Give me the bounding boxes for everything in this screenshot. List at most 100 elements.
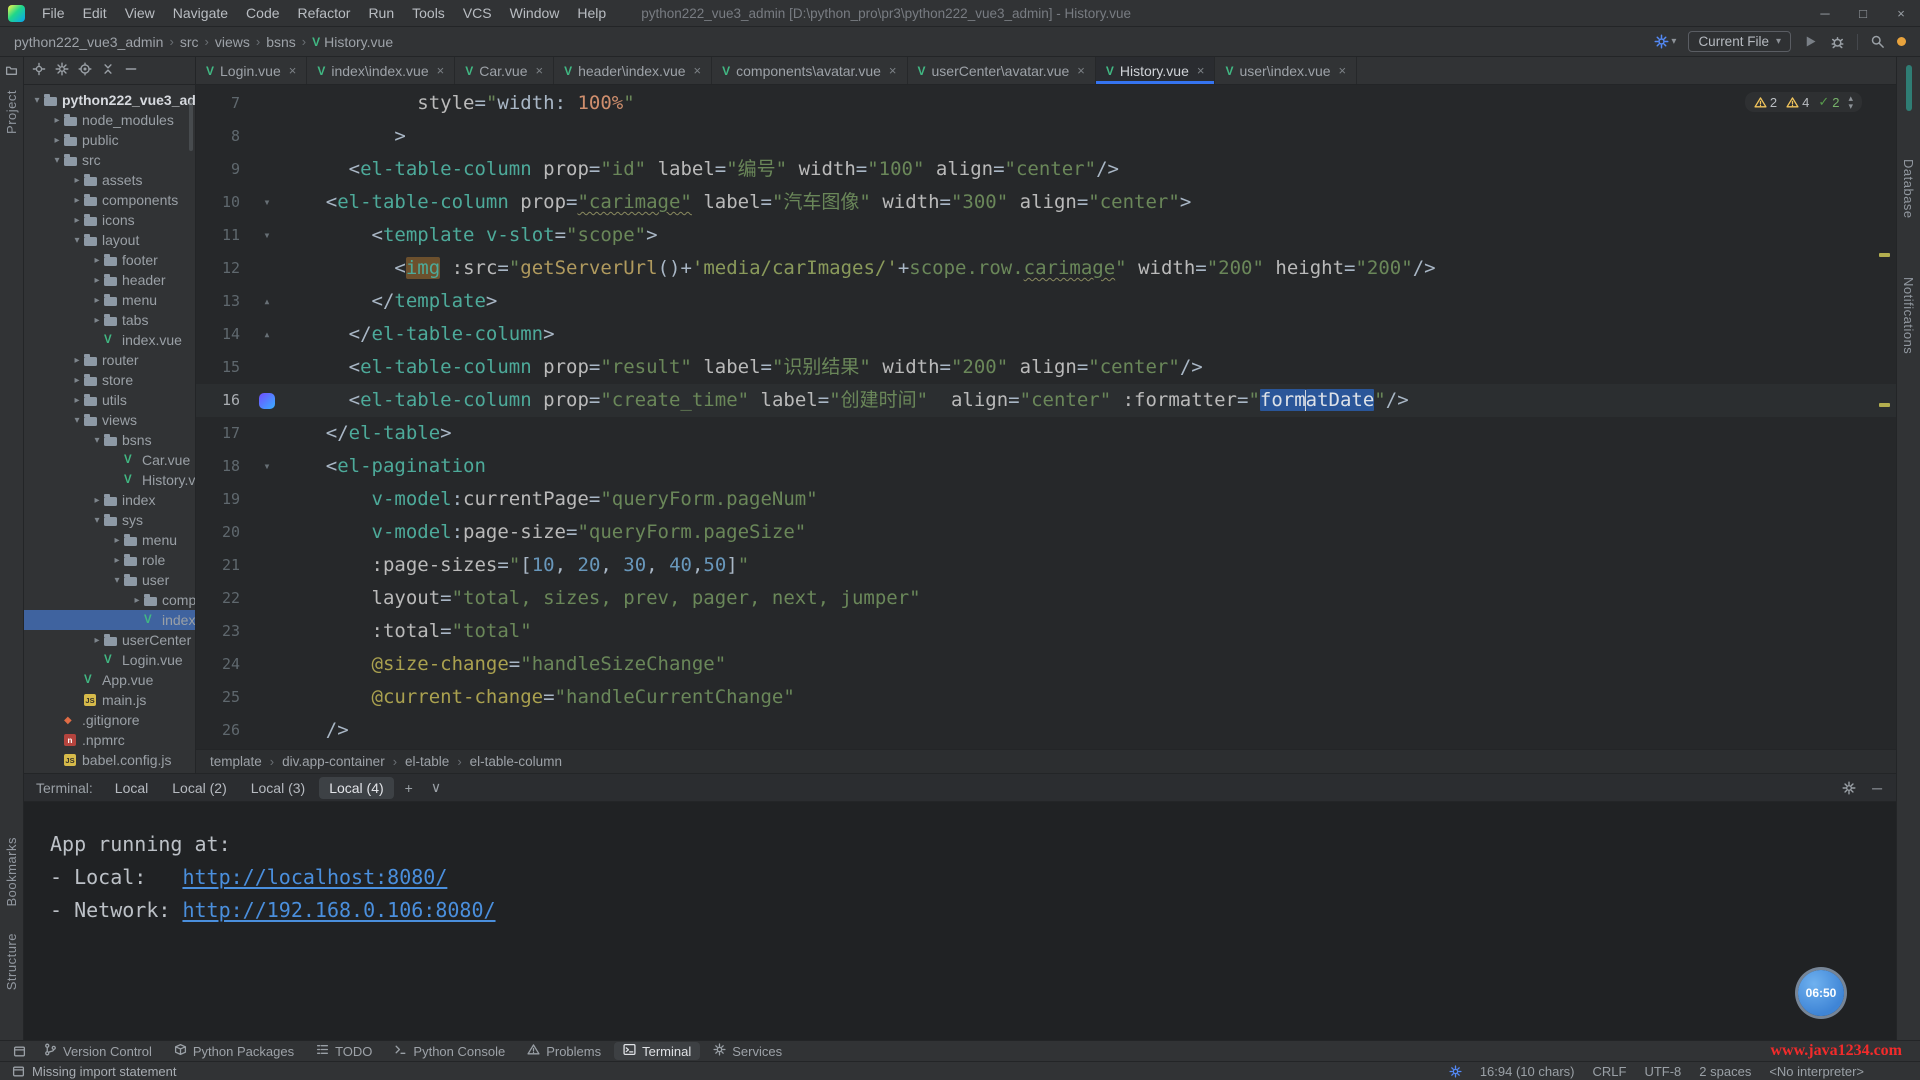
close-icon[interactable]: × xyxy=(1339,63,1347,78)
tree-item-menu[interactable]: ▸menu xyxy=(24,530,195,550)
fold-icon[interactable]: ▾ xyxy=(254,450,280,483)
line-number[interactable]: 20 xyxy=(196,516,254,549)
vcs-widget-button[interactable]: ▾ xyxy=(1654,34,1676,49)
menu-edit[interactable]: Edit xyxy=(74,0,116,27)
scrollbar-thumb[interactable] xyxy=(189,99,193,151)
tree-item--gitignore[interactable]: ◆.gitignore xyxy=(24,710,195,730)
line-number[interactable]: 19 xyxy=(196,483,254,516)
menu-vcs[interactable]: VCS xyxy=(454,0,501,27)
collapse-all-icon[interactable] xyxy=(101,62,115,79)
chevron-right-icon[interactable]: ▸ xyxy=(50,135,64,146)
chevron-right-icon[interactable]: ▸ xyxy=(70,355,84,366)
tree-item-store[interactable]: ▸store xyxy=(24,370,195,390)
menu-navigate[interactable]: Navigate xyxy=(164,0,237,27)
chevron-right-icon[interactable]: ▸ xyxy=(90,295,104,306)
editor-tab-components-avatar-vue[interactable]: Vcomponents\avatar.vue× xyxy=(712,57,907,84)
search-everywhere-button[interactable] xyxy=(1870,34,1885,49)
fold-icon[interactable]: ▾ xyxy=(254,186,280,219)
tool-button-python-console[interactable]: Python Console xyxy=(385,1042,514,1060)
status-item-crlf[interactable]: CRLF xyxy=(1592,1064,1626,1079)
terminal-tab-local--4-[interactable]: Local (4) xyxy=(319,777,393,799)
tool-button-services[interactable]: Services xyxy=(704,1042,791,1060)
tree-item-comp[interactable]: ▸comp xyxy=(24,590,195,610)
line-number[interactable]: 7 xyxy=(196,87,254,120)
chevron-right-icon[interactable]: ▸ xyxy=(70,215,84,226)
notifications-tool-button[interactable]: Notifications xyxy=(1901,277,1916,354)
close-icon[interactable]: × xyxy=(1077,63,1085,78)
terminal-tab-local--2-[interactable]: Local (2) xyxy=(162,777,236,799)
run-config-select[interactable]: Current File ▾ xyxy=(1688,31,1791,52)
line-number[interactable]: 24 xyxy=(196,648,254,681)
maximize-button[interactable]: □ xyxy=(1844,0,1882,27)
structure-tool-button[interactable]: Structure xyxy=(4,933,19,990)
line-number[interactable]: 25 xyxy=(196,681,254,714)
status-item-2-spaces[interactable]: 2 spaces xyxy=(1699,1064,1751,1079)
menu-code[interactable]: Code xyxy=(237,0,288,27)
line-number[interactable]: 10 xyxy=(196,186,254,219)
chevron-right-icon[interactable]: ▸ xyxy=(90,495,104,506)
tool-button-problems[interactable]: Problems xyxy=(518,1042,610,1060)
menu-tools[interactable]: Tools xyxy=(403,0,454,27)
menu-file[interactable]: File xyxy=(33,0,74,27)
line-number[interactable]: 13 xyxy=(196,285,254,318)
tree-item-python222-vue3-adm[interactable]: ▾python222_vue3_adm xyxy=(24,90,195,110)
chevron-down-icon[interactable]: ▾ xyxy=(50,155,64,166)
new-terminal-button[interactable]: + xyxy=(398,780,420,796)
tree-item-tabs[interactable]: ▸tabs xyxy=(24,310,195,330)
project-tool-button[interactable]: Project xyxy=(4,90,19,134)
status-item-utf-8[interactable]: UTF-8 xyxy=(1644,1064,1681,1079)
close-icon[interactable]: × xyxy=(889,63,897,78)
fold-icon[interactable]: ▴ xyxy=(254,285,280,318)
next-prev-arrows[interactable]: ▴▾ xyxy=(1848,94,1853,110)
chevron-right-icon[interactable]: ▸ xyxy=(110,555,124,566)
editor-tab-login-vue[interactable]: VLogin.vue× xyxy=(196,57,307,84)
tree-item-user[interactable]: ▾user xyxy=(24,570,195,590)
chevron-right-icon[interactable]: ▸ xyxy=(70,175,84,186)
tool-button-python-packages[interactable]: Python Packages xyxy=(165,1042,303,1060)
notification-dot-icon[interactable] xyxy=(1897,37,1906,46)
tree-item-footer[interactable]: ▸footer xyxy=(24,250,195,270)
warning-stripe-mark[interactable] xyxy=(1879,403,1890,407)
tree-item-header[interactable]: ▸header xyxy=(24,270,195,290)
line-number[interactable]: 9 xyxy=(196,153,254,186)
editor-breadcrumb-item[interactable]: div.app-container xyxy=(282,754,385,769)
terminal-tab-local[interactable]: Local xyxy=(105,777,158,799)
chevron-right-icon[interactable]: ▸ xyxy=(90,275,104,286)
tree-item--npmrc[interactable]: n.npmrc xyxy=(24,730,195,750)
tree-item-menu[interactable]: ▸menu xyxy=(24,290,195,310)
editor-breadcrumb-item[interactable]: el-table-column xyxy=(470,754,562,769)
tree-item-history-v[interactable]: VHistory.v xyxy=(24,470,195,490)
breadcrumb-item[interactable]: VHistory.vue xyxy=(312,34,393,50)
database-tool-button[interactable]: Database xyxy=(1901,159,1916,219)
line-number[interactable]: 18 xyxy=(196,450,254,483)
line-number[interactable]: 22 xyxy=(196,582,254,615)
terminal-panel[interactable]: Terminal: LocalLocal (2)Local (3)Local (… xyxy=(24,773,1896,1040)
chevron-right-icon[interactable]: ▸ xyxy=(90,255,104,266)
chevron-right-icon[interactable]: ▸ xyxy=(110,535,124,546)
tool-button-todo[interactable]: TODO xyxy=(307,1042,381,1060)
code-editor[interactable]: 7 style="width: 100%"8 >9 <el-table-colu… xyxy=(196,85,1896,749)
chevron-right-icon[interactable]: ▸ xyxy=(90,315,104,326)
tool-button-terminal[interactable]: Terminal xyxy=(614,1042,700,1060)
terminal-link[interactable]: http://localhost:8080/ xyxy=(182,865,447,889)
tree-item-babel-config-js[interactable]: JSbabel.config.js xyxy=(24,750,195,770)
tree-item-index[interactable]: ▸index xyxy=(24,490,195,510)
chevron-down-icon[interactable]: ▾ xyxy=(70,415,84,426)
run-button[interactable] xyxy=(1803,34,1818,49)
chevron-down-icon[interactable]: ▾ xyxy=(110,575,124,586)
warning-stripe-mark[interactable] xyxy=(1879,253,1890,257)
line-number[interactable]: 14 xyxy=(196,318,254,351)
editor-breadcrumb-item[interactable]: template xyxy=(210,754,262,769)
menu-run[interactable]: Run xyxy=(359,0,403,27)
close-icon[interactable]: × xyxy=(289,63,297,78)
menu-help[interactable]: Help xyxy=(568,0,615,27)
tree-item-index-vue[interactable]: Vindex.vue xyxy=(24,330,195,350)
menu-view[interactable]: View xyxy=(116,0,164,27)
breadcrumb-item[interactable]: src xyxy=(180,34,199,50)
inspections-widget[interactable]: 2 4 ✓ 2 ▴▾ xyxy=(1745,92,1862,112)
select-opened-file-icon[interactable] xyxy=(32,62,46,79)
menu-refactor[interactable]: Refactor xyxy=(289,0,360,27)
ai-assistant-icon[interactable] xyxy=(254,384,280,417)
chevron-right-icon[interactable]: ▸ xyxy=(70,375,84,386)
editor-tab-header-index-vue[interactable]: Vheader\index.vue× xyxy=(554,57,712,84)
